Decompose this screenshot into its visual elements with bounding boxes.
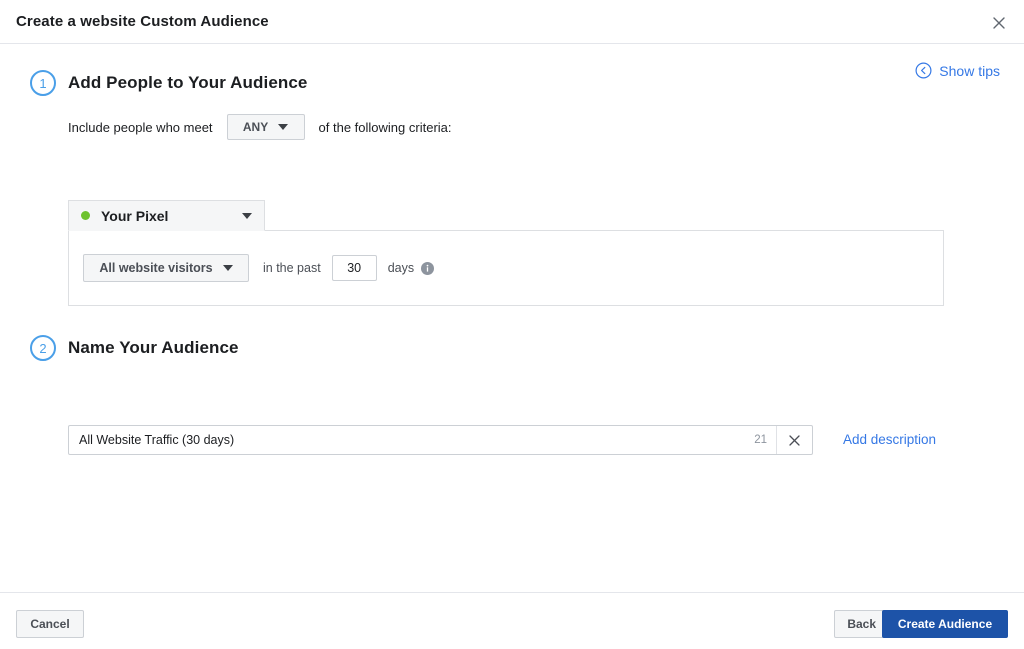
step-2-number: 2 — [30, 335, 56, 361]
step-1-header: 1 Add People to Your Audience — [30, 70, 307, 96]
chevron-down-icon — [278, 124, 288, 130]
back-button[interactable]: Back — [834, 610, 889, 638]
dialog-header: Create a website Custom Audience — [0, 0, 1024, 44]
step-1-title: Add People to Your Audience — [68, 73, 307, 93]
dialog-body: Show tips 1 Add People to Your Audience … — [0, 44, 1024, 592]
character-count: 21 — [745, 426, 776, 454]
clear-name-button[interactable] — [776, 426, 812, 454]
chevron-down-icon — [223, 265, 233, 271]
pixel-source-dropdown[interactable]: Your Pixel — [68, 200, 265, 231]
in-the-past-label: in the past — [263, 261, 321, 275]
criteria-line: Include people who meet ANY of the follo… — [68, 114, 452, 140]
dialog-footer: Cancel Back Create Audience — [0, 592, 1024, 649]
criteria-suffix-label: of the following criteria: — [319, 120, 452, 135]
event-type-dropdown[interactable]: All website visitors — [83, 254, 249, 282]
criteria-prefix-label: Include people who meet — [68, 120, 213, 135]
chevron-left-circle-icon — [915, 62, 932, 79]
audience-name-input[interactable] — [69, 426, 745, 454]
criteria-panel: All website visitors in the past days — [68, 230, 944, 306]
status-dot-icon — [81, 211, 90, 220]
match-operator-value: ANY — [243, 120, 268, 134]
retention-days-input[interactable] — [332, 255, 377, 281]
step-2-title: Name Your Audience — [68, 338, 239, 358]
audience-name-field: 21 — [68, 425, 813, 455]
step-2-header: 2 Name Your Audience — [30, 335, 239, 361]
step-1-number: 1 — [30, 70, 56, 96]
close-icon[interactable] — [986, 10, 1012, 36]
create-audience-button[interactable]: Create Audience — [882, 610, 1008, 638]
match-operator-dropdown[interactable]: ANY — [227, 114, 305, 140]
chevron-down-icon — [242, 213, 252, 219]
days-label: days — [388, 261, 414, 275]
info-icon[interactable] — [421, 262, 434, 275]
page-title: Create a website Custom Audience — [16, 13, 269, 30]
add-description-link[interactable]: Add description — [843, 432, 936, 447]
pixel-source-label: Your Pixel — [101, 208, 168, 224]
rule-row: All website visitors in the past days — [83, 254, 434, 282]
show-tips-button[interactable]: Show tips — [915, 62, 1000, 79]
cancel-button[interactable]: Cancel — [16, 610, 84, 638]
show-tips-label: Show tips — [939, 63, 1000, 79]
event-type-value: All website visitors — [99, 261, 212, 275]
